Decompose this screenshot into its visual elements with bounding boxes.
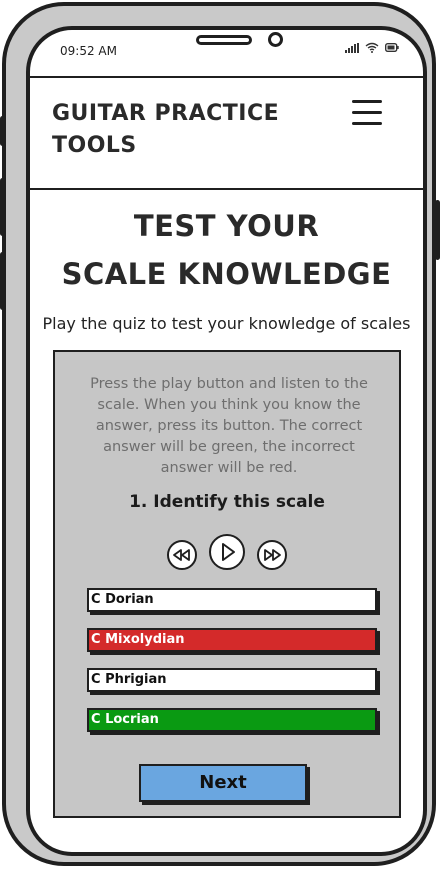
battery-icon	[385, 43, 399, 52]
speaker-notch	[196, 35, 252, 45]
rewind-icon	[173, 549, 190, 561]
page-subtitle: Play the quiz to test your knowledge of …	[42, 314, 411, 333]
brand-line-1: GUITAR PRACTICE	[52, 101, 280, 126]
answer-button-c-dorian[interactable]: C Dorian	[87, 588, 377, 612]
page-title-line-2: SCALE KNOWLEDGE	[61, 257, 392, 291]
page-title-line-1: TEST YOUR	[133, 209, 320, 243]
answer-button-c-mixolydian[interactable]: C Mixolydian	[87, 628, 377, 652]
quiz-instructions: Press the play button and listen to the …	[90, 376, 368, 476]
signal-icon	[345, 42, 359, 53]
wifi-icon	[365, 42, 379, 53]
status-icons	[345, 42, 399, 53]
answer-label: C Mixolydian	[91, 632, 185, 647]
play-button[interactable]	[209, 534, 245, 570]
quiz-question: 1. Identify this scale	[129, 492, 325, 512]
brand-title[interactable]: GUITAR PRACTICE TOOLS	[52, 98, 302, 162]
fast-forward-icon	[264, 549, 281, 561]
front-camera	[268, 32, 283, 47]
answer-button-c-phrigian[interactable]: C Phrigian	[87, 668, 377, 692]
quiz-panel: Press the play button and listen to the …	[53, 350, 401, 818]
play-icon	[222, 543, 235, 561]
audio-controls	[167, 534, 287, 574]
phone-screen: 09:52 AM GUITAR PRACTICE TOOLS TEST YOUR…	[26, 26, 427, 856]
answer-label: C Locrian	[91, 712, 159, 727]
hamburger-icon[interactable]	[352, 100, 382, 126]
status-time: 09:52 AM	[60, 44, 117, 58]
answer-label: C Phrigian	[91, 672, 167, 687]
page-title: TEST YOUR SCALE KNOWLEDGE	[30, 202, 423, 298]
app-header: GUITAR PRACTICE TOOLS	[30, 76, 423, 190]
brand-line-2: TOOLS	[52, 133, 137, 158]
next-button[interactable]: Next	[139, 764, 307, 802]
rewind-button[interactable]	[167, 540, 197, 570]
answer-button-c-locrian[interactable]: C Locrian	[87, 708, 377, 732]
fast-forward-button[interactable]	[257, 540, 287, 570]
phone-frame: 09:52 AM GUITAR PRACTICE TOOLS TEST YOUR…	[2, 2, 436, 866]
answer-label: C Dorian	[91, 592, 154, 607]
status-bar: 09:52 AM	[30, 30, 423, 76]
